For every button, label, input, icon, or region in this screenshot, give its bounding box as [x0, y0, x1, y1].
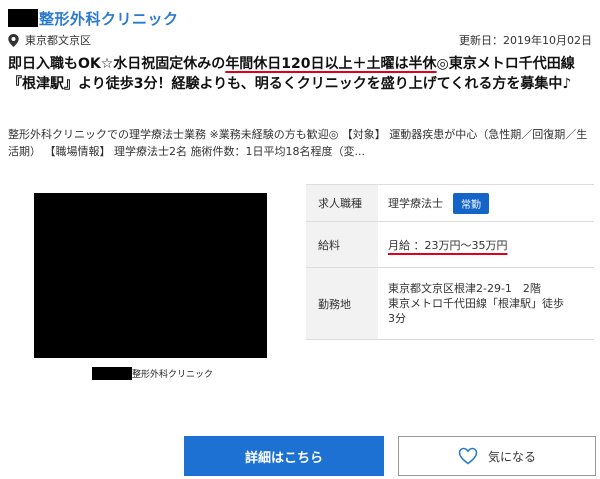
redacted-block: [8, 9, 38, 27]
employment-type-badge: 常勤: [453, 192, 489, 214]
job-description: 整形外科クリニックでの理学療法士業務 ※業務未経験の方も歓迎◎ 【対象】 運動器…: [8, 128, 588, 158]
location-text: 東京都文京区: [25, 34, 91, 47]
map-pin-icon: [8, 33, 19, 47]
info-row-job: 求人職種 理学療法士 常勤: [306, 185, 594, 222]
clinic-name-link[interactable]: 整形外科クリニック: [39, 8, 179, 29]
place-value-cell: 東京都文京区根津2-29-1 2階 東京メトロ千代田線「根津駅」徒歩 3分: [378, 268, 594, 339]
favorite-button[interactable]: 気になる: [398, 436, 596, 476]
headline-highlight: 年間休日120日以上＋土曜は半休: [225, 56, 437, 72]
meta-bar: 東京都文京区 更新日：2019年10月02日: [8, 32, 598, 48]
caption-text: 整形外科クリニック: [132, 370, 214, 380]
heart-icon: [458, 447, 478, 465]
detail-button[interactable]: 詳細はこちら: [184, 436, 384, 476]
salary-value-cell: 月給 ：23万円～35万円: [378, 222, 594, 267]
redacted-block: [92, 367, 132, 380]
job-value-cell: 理学療法士 常勤: [378, 185, 594, 221]
photo-caption: 整形外科クリニック: [92, 367, 213, 380]
info-row-place: 勤務地 東京都文京区根津2-29-1 2階 東京メトロ千代田線「根津駅」徒歩 3…: [306, 268, 594, 340]
job-value: 理学療法士: [388, 197, 443, 210]
job-headline[interactable]: 即日入職もOK☆水日祝固定休みの年間休日120日以上＋土曜は半休◎東京メトロ千代…: [8, 54, 596, 94]
header: 整形外科クリニック: [8, 6, 179, 30]
job-label: 求人職種: [306, 185, 378, 221]
salary-value: 月給 ：23万円～35万円: [388, 238, 508, 252]
clinic-photo: [34, 193, 267, 358]
updated-date: 更新日：2019年10月02日: [459, 34, 592, 47]
salary-label: 給料: [306, 222, 378, 267]
place-line: 東京都文京区根津2-29-1 2階: [388, 282, 541, 295]
info-row-salary: 給料 月給 ：23万円～35万円: [306, 222, 594, 268]
job-info-table: 求人職種 理学療法士 常勤 給料 月給 ：23万円～35万円 勤務地 東京都文京…: [306, 184, 594, 340]
headline-part1: 即日入職もOK☆水日祝固定休みの: [8, 56, 226, 72]
favorite-label: 気になる: [487, 449, 536, 464]
place-label: 勤務地: [306, 268, 378, 339]
place-line: 3分: [388, 312, 406, 325]
place-line: 東京メトロ千代田線「根津駅」徒歩: [388, 297, 564, 310]
